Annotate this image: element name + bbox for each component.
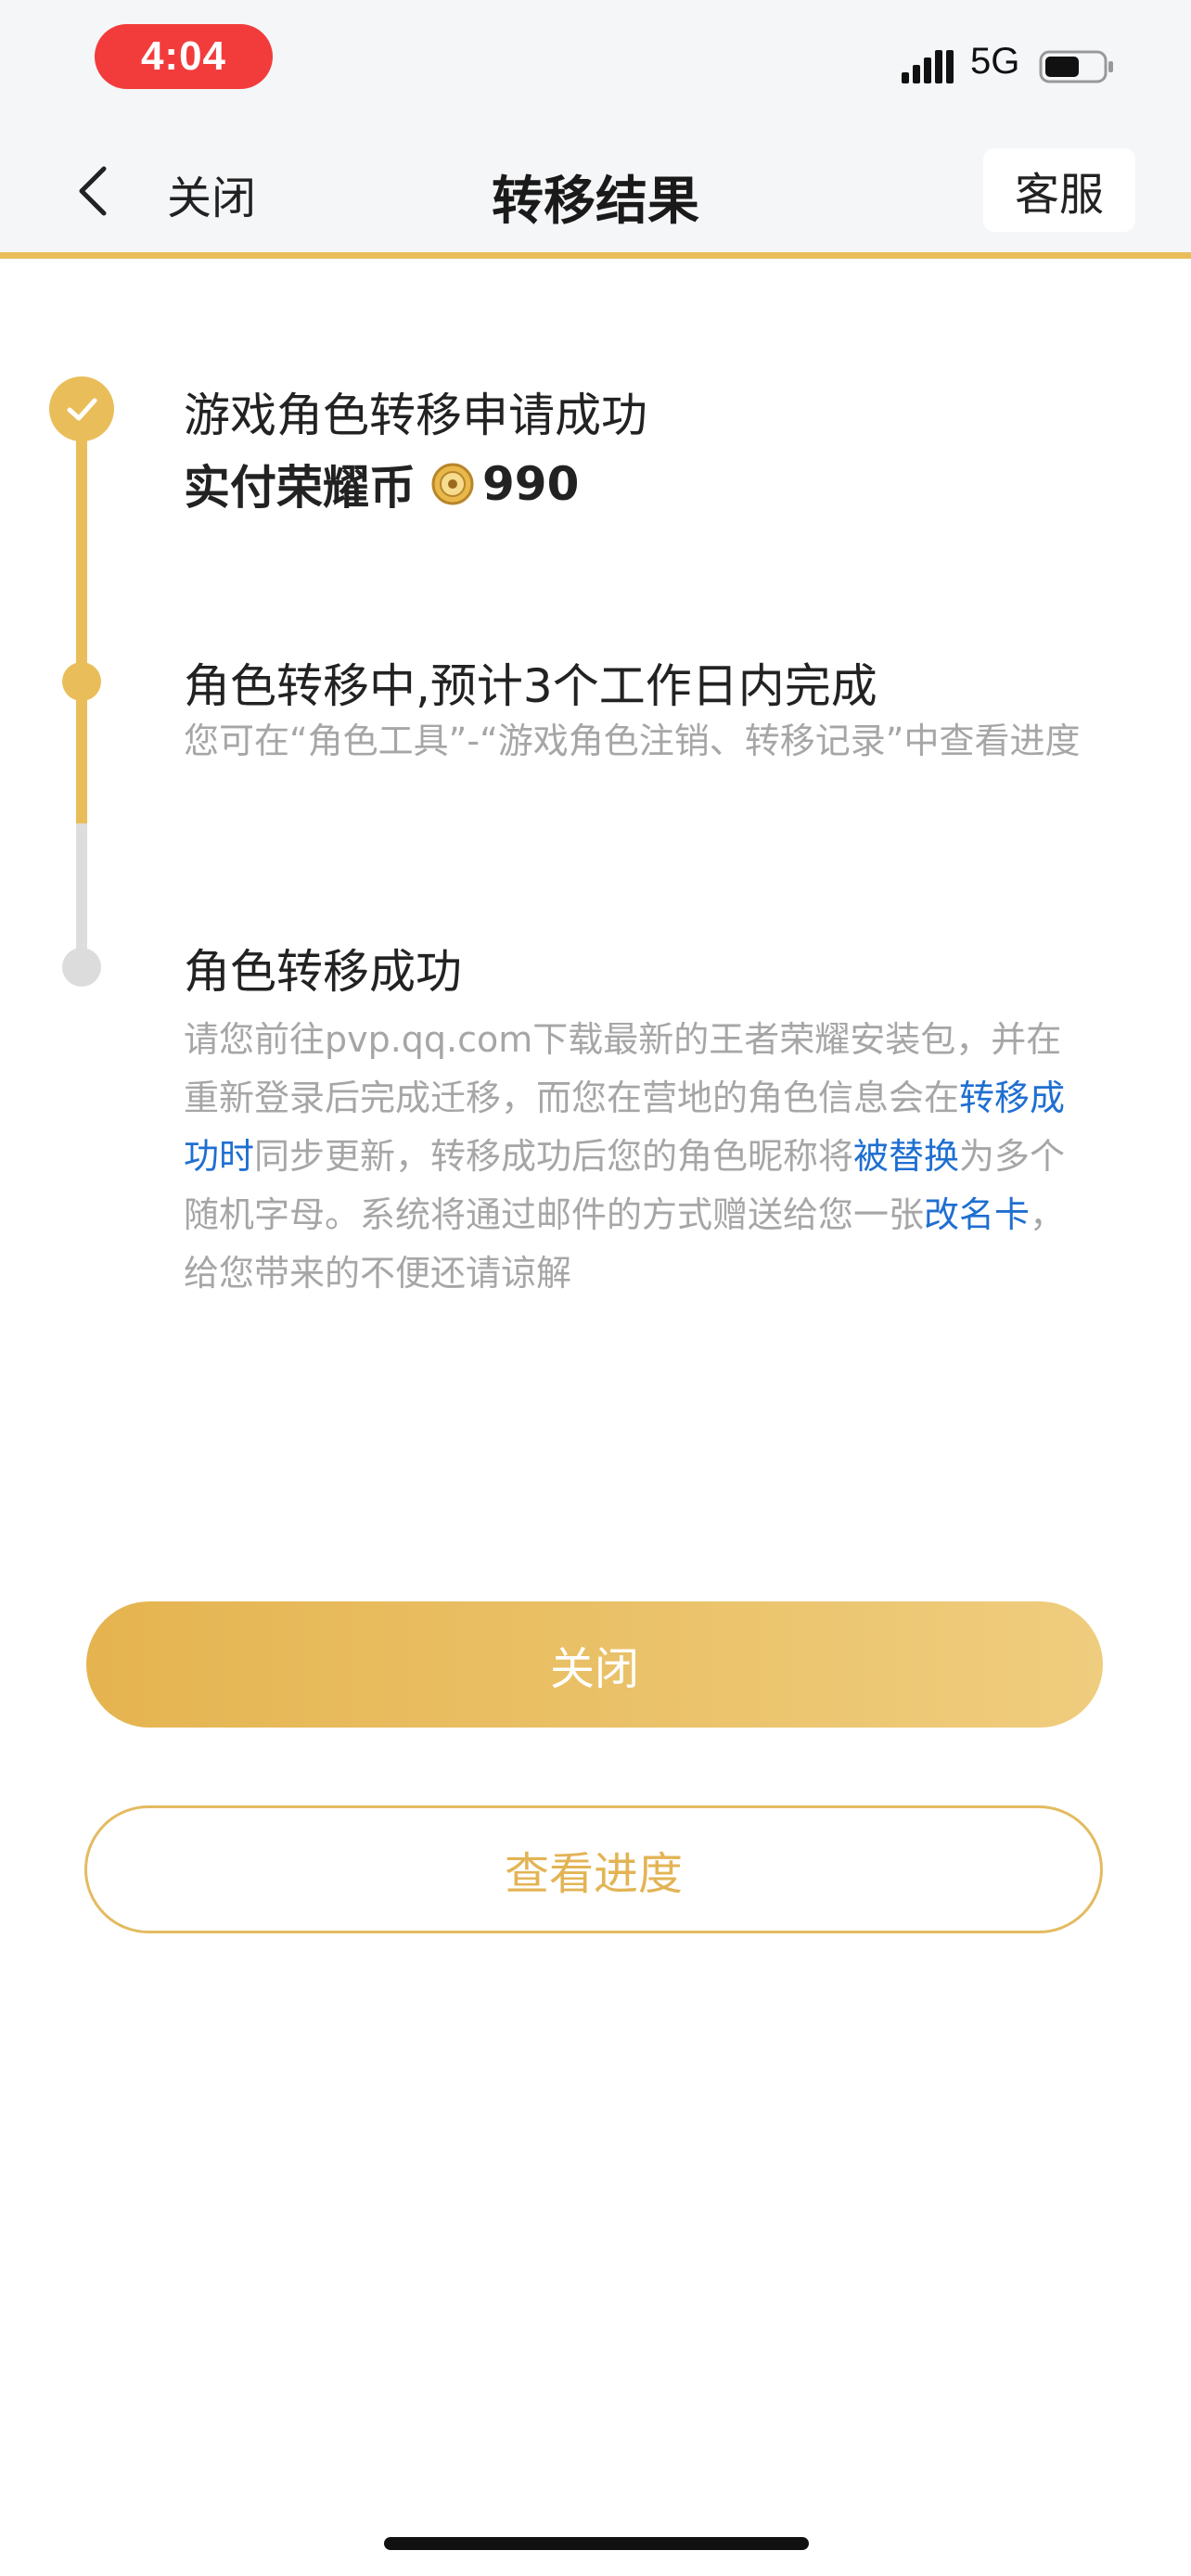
nav-bar: 关闭 转移结果 客服: [0, 130, 1191, 254]
view-progress-button[interactable]: 查看进度: [84, 1805, 1103, 1933]
replaced-link[interactable]: 被替换: [853, 1136, 959, 1177]
step-current-marker: [62, 662, 101, 701]
step-done-marker: [49, 376, 114, 441]
battery-icon: [1039, 50, 1113, 83]
step2-desc: 您可在“角色工具”-“游戏角色注销、转移记录”中查看进度: [184, 721, 1081, 761]
signal-icon: [902, 50, 954, 83]
timeline-track-pending: [76, 823, 87, 963]
nav-divider: [0, 252, 1191, 259]
honor-coin-icon: [431, 463, 474, 505]
payment-amount: 990: [482, 457, 580, 511]
step-pending-marker: [62, 948, 101, 987]
timeline-track-complete: [76, 408, 87, 823]
step2-title: 角色转移中,预计3个工作日内完成: [184, 659, 877, 713]
payment-label: 实付荣耀币: [184, 461, 416, 515]
network-type: 5G: [970, 41, 1020, 82]
customer-service-button[interactable]: 客服: [983, 148, 1135, 232]
desc-text: 同步更新，转移成功后您的角色昵称将: [254, 1136, 854, 1177]
check-icon: [67, 398, 97, 421]
home-indicator: [384, 2537, 809, 2550]
status-bar: 4:04 5G: [0, 0, 1191, 130]
step1-payment: 实付荣耀币 990: [184, 451, 579, 517]
close-button[interactable]: 关闭: [86, 1601, 1103, 1728]
step3-title: 角色转移成功: [184, 945, 462, 999]
step1-title: 游戏角色转移申请成功: [184, 389, 647, 442]
desc-text: 请您前往pvp.qq.com下载最新的王者荣耀安装包，并在重新登录后完成迁移，而…: [184, 1019, 1062, 1118]
step3-desc: 请您前往pvp.qq.com下载最新的王者荣耀安装包，并在重新登录后完成迁移，而…: [184, 1011, 1088, 1303]
status-time: 4:04: [95, 24, 273, 89]
rename-card-link[interactable]: 改名卡: [924, 1194, 1030, 1235]
